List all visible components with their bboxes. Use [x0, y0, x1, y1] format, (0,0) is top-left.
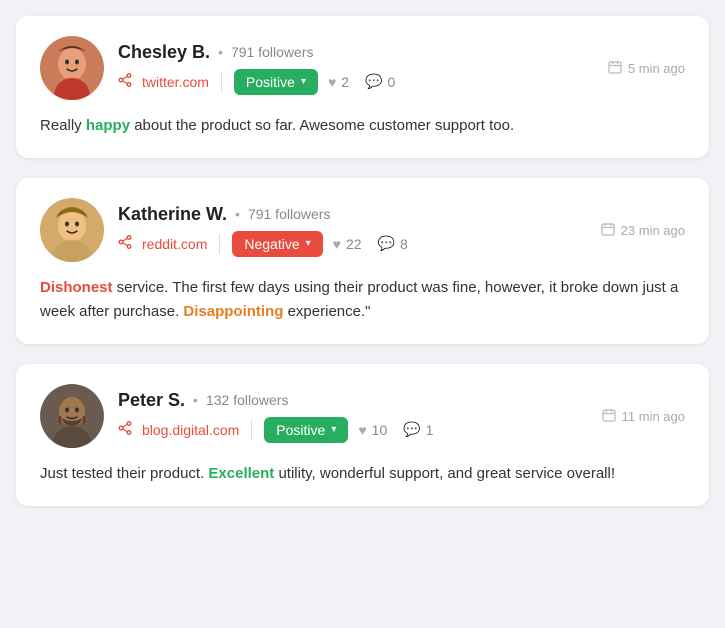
- comment-icon: 💬: [403, 421, 420, 438]
- avatar-chesley: [40, 36, 104, 100]
- timestamp-area: 23 min ago: [601, 222, 685, 239]
- highlight-positive: Excellent: [208, 465, 274, 482]
- body-text: Really: [40, 117, 86, 134]
- like-count: ♥ 10: [358, 422, 387, 438]
- card-katherine: Katherine W. • 791 followers: [16, 178, 709, 344]
- sentiment-label: Negative: [244, 236, 299, 252]
- source-link[interactable]: reddit.com: [142, 236, 207, 252]
- comment-icon: 💬: [365, 73, 382, 90]
- body-text: utility, wonderful support, and great se…: [274, 465, 615, 482]
- calendar-icon: [608, 60, 622, 77]
- timestamp-text: 5 min ago: [628, 61, 685, 76]
- chevron-down-icon: ▾: [301, 76, 306, 87]
- avatar-katherine: [40, 198, 104, 262]
- avatar-peter: [40, 384, 104, 448]
- body-text: experience.": [283, 303, 370, 320]
- divider: [251, 420, 252, 440]
- highlight-positive: happy: [86, 117, 130, 134]
- user-name: Katherine W.: [118, 204, 227, 225]
- sentiment-label: Positive: [246, 74, 295, 90]
- user-name: Peter S.: [118, 390, 185, 411]
- chevron-down-icon: ▾: [331, 424, 336, 435]
- heart-icon: ♥: [328, 74, 336, 90]
- timestamp-area: 11 min ago: [602, 408, 685, 425]
- body-text: about the product so far. Awesome custom…: [130, 117, 514, 134]
- like-count: ♥ 2: [328, 74, 349, 90]
- heart-icon: ♥: [358, 422, 366, 438]
- chevron-down-icon: ▾: [306, 238, 311, 249]
- source-link[interactable]: blog.digital.com: [142, 422, 239, 438]
- calendar-icon: [601, 222, 615, 239]
- card-peter: Peter S. • 132 followers: [16, 364, 709, 506]
- user-name: Chesley B.: [118, 42, 210, 63]
- divider: [221, 72, 222, 92]
- heart-icon: ♥: [333, 236, 341, 252]
- card-body: Just tested their product. Excellent uti…: [40, 462, 685, 486]
- comment-icon: 💬: [378, 235, 395, 252]
- sentiment-label: Positive: [276, 422, 325, 438]
- highlight-warning: Disappointing: [183, 303, 283, 320]
- timestamp-text: 23 min ago: [621, 223, 685, 238]
- comment-count: 💬 0: [365, 73, 395, 90]
- comment-count: 💬 1: [403, 421, 433, 438]
- highlight-negative: Dishonest: [40, 279, 113, 296]
- calendar-icon: [602, 408, 616, 425]
- separator-dot: •: [235, 206, 240, 222]
- share-icon: [118, 421, 132, 438]
- sentiment-button[interactable]: Negative ▾: [232, 231, 322, 257]
- follower-count: 791 followers: [248, 206, 331, 222]
- card-body: Dishonest service. The first few days us…: [40, 276, 685, 324]
- sentiment-button[interactable]: Positive ▾: [264, 417, 348, 443]
- sentiment-button[interactable]: Positive ▾: [234, 69, 318, 95]
- follower-count: 791 followers: [231, 44, 314, 60]
- comment-count: 💬 8: [378, 235, 408, 252]
- engagement-counts: ♥ 22 💬 8: [333, 235, 408, 252]
- engagement-counts: ♥ 2 💬 0: [328, 73, 395, 90]
- source-link[interactable]: twitter.com: [142, 74, 209, 90]
- card-body: Really happy about the product so far. A…: [40, 114, 685, 138]
- card-chesley: Chesley B. • 791 followers: [16, 16, 709, 158]
- engagement-counts: ♥ 10 💬 1: [358, 421, 433, 438]
- separator-dot: •: [193, 392, 198, 408]
- like-count: ♥ 22: [333, 236, 362, 252]
- share-icon: [118, 235, 132, 252]
- body-text: Just tested their product.: [40, 465, 208, 482]
- timestamp-area: 5 min ago: [608, 60, 685, 77]
- separator-dot: •: [218, 44, 223, 60]
- divider: [219, 234, 220, 254]
- timestamp-text: 11 min ago: [622, 409, 685, 424]
- follower-count: 132 followers: [206, 392, 289, 408]
- share-icon: [118, 73, 132, 90]
